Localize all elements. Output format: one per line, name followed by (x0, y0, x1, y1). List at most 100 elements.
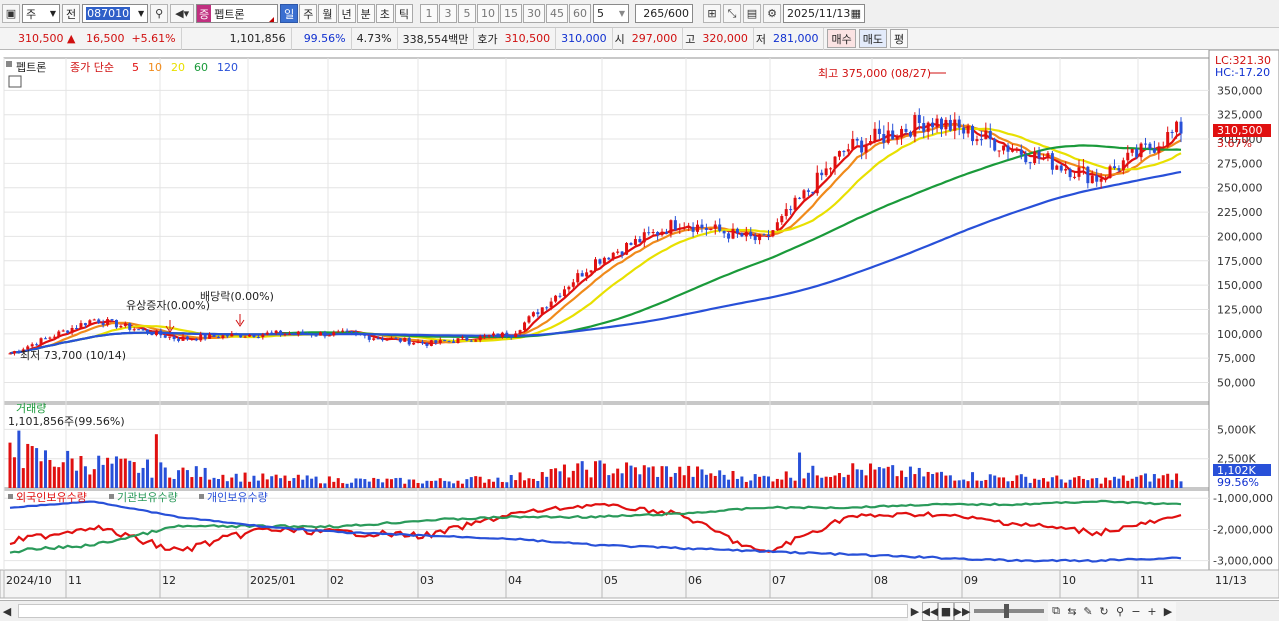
candle-body (722, 230, 726, 234)
flow-tick-label: -3,000,000 (1213, 555, 1273, 568)
rewind-icon[interactable]: ◀◀ (922, 601, 938, 621)
window-icon[interactable]: ▣ (2, 4, 20, 23)
stock-code-input[interactable]: 087010 ▼ (82, 4, 149, 23)
zoom-slider-handle[interactable] (1004, 604, 1009, 618)
candle-body (1073, 176, 1077, 178)
interval-button-1[interactable]: 1 (420, 4, 438, 23)
candle-body (922, 123, 926, 132)
scroll-track[interactable] (18, 604, 908, 618)
search-icon[interactable]: ⚲ (150, 4, 169, 23)
price-tick-label: 100,000 (1217, 328, 1263, 341)
interval-button-10[interactable]: 10 (477, 4, 499, 23)
volume-bar (939, 471, 943, 488)
forward-icon[interactable]: ▶▶ (954, 601, 970, 621)
candle-body (123, 323, 127, 326)
candle-body (270, 332, 274, 334)
candle-body (1055, 165, 1059, 170)
period-tab-6[interactable]: 틱 (394, 4, 413, 23)
candle-body (886, 130, 890, 143)
volume-bar (407, 479, 411, 488)
candle-body (66, 330, 70, 333)
volume-bar (154, 434, 158, 488)
volume-bar (141, 467, 145, 488)
candle-body (447, 341, 451, 343)
zoom-icon[interactable]: ⚲ (1112, 601, 1128, 621)
interval-button-30[interactable]: 30 (523, 4, 545, 23)
compare-icon[interactable]: ⇆ (1064, 601, 1080, 621)
draw-tool-icon[interactable]: ⤡ (723, 4, 741, 23)
sell-button[interactable]: 매도 (858, 29, 887, 48)
volume-bar (753, 474, 757, 488)
volume-bar (1126, 480, 1130, 488)
volume-bar (647, 467, 651, 488)
grid-tool-icon[interactable]: ⊞ (703, 4, 721, 23)
interval-button-5[interactable]: 5 (458, 4, 476, 23)
volume-bar (704, 474, 708, 488)
tool-icon[interactable]: ✎ (1080, 601, 1096, 621)
stop-icon[interactable]: ■ (938, 601, 954, 621)
buy-button[interactable]: 매수 (827, 29, 856, 48)
period-tab-0[interactable]: 일 (280, 4, 299, 23)
chart-area[interactable]: 350,000 325,000 300,000 275,000 250,000 225,0… (0, 49, 1279, 600)
volume-bar (447, 481, 451, 488)
prev-button[interactable]: 전 (62, 4, 81, 23)
candle-body (163, 335, 167, 338)
volume-bar (500, 481, 504, 488)
volume-bar (39, 461, 43, 488)
volume-bar (1050, 477, 1054, 488)
volume-bar (718, 470, 722, 488)
interval-button-15[interactable]: 15 (500, 4, 522, 23)
date-input[interactable]: 2025/11/13 ▦ (783, 4, 865, 23)
interval-button-3[interactable]: 3 (439, 4, 457, 23)
candle-body (1148, 143, 1152, 149)
period-type-value: 주 (26, 7, 37, 21)
copy-icon[interactable]: ⧉ (1048, 601, 1064, 621)
volume-bar (562, 464, 566, 488)
candle-body (758, 234, 762, 241)
candle-body (549, 301, 553, 308)
period-tab-4[interactable]: 분 (356, 4, 375, 23)
candle-body (1037, 151, 1041, 159)
scroll-right-icon[interactable]: ▶ (1160, 601, 1176, 621)
volume-bar (394, 478, 398, 488)
candle-body (1161, 146, 1165, 148)
volume-bar (549, 469, 553, 488)
refresh-icon[interactable]: ↻ (1096, 601, 1112, 621)
period-type-select[interactable]: 주 ▼ (22, 4, 60, 23)
candle-body (562, 289, 566, 297)
volume-bar (483, 482, 487, 488)
candle-body (602, 257, 606, 264)
interval-button-45[interactable]: 45 (546, 4, 568, 23)
volume-bar (669, 476, 673, 488)
period-tab-2[interactable]: 월 (318, 4, 337, 23)
volume-bar (971, 472, 975, 488)
save-icon[interactable]: ▤ (743, 4, 761, 23)
period-tab-3[interactable]: 년 (337, 4, 356, 23)
gear-icon[interactable]: ⚙ (763, 4, 781, 23)
interval-button-60[interactable]: 60 (569, 4, 591, 23)
stock-name-field[interactable]: 증 펩트론 (196, 4, 279, 23)
volume-bar (381, 482, 385, 488)
volume-bar (682, 475, 686, 488)
avg-button[interactable]: 평 (889, 29, 909, 48)
candle-body (651, 232, 655, 234)
volume-bar (709, 473, 713, 488)
zoom-in-icon[interactable]: + (1144, 601, 1160, 621)
volume-bar (83, 466, 87, 488)
period-tab-5[interactable]: 초 (375, 4, 394, 23)
data-count-field[interactable]: 265/600 (635, 4, 693, 23)
stock-chart[interactable]: 350,000325,000300,000275,000250,000225,0… (0, 49, 1279, 600)
candle-body (35, 344, 39, 346)
candle-body (110, 319, 114, 321)
period-tab-1[interactable]: 주 (299, 4, 318, 23)
candle-body (536, 312, 540, 315)
interval-select[interactable]: 5 ▼ (593, 4, 629, 23)
zoom-slider[interactable] (974, 604, 1044, 618)
scroll-left-icon[interactable]: ◀ (0, 602, 14, 621)
zoom-out-icon[interactable]: − (1128, 601, 1144, 621)
play-icon[interactable]: ▶ (908, 601, 922, 621)
candle-body (1046, 153, 1050, 159)
speaker-icon[interactable]: ◀▾ (170, 4, 195, 23)
candle-body (61, 330, 65, 332)
candle-body (939, 118, 943, 130)
